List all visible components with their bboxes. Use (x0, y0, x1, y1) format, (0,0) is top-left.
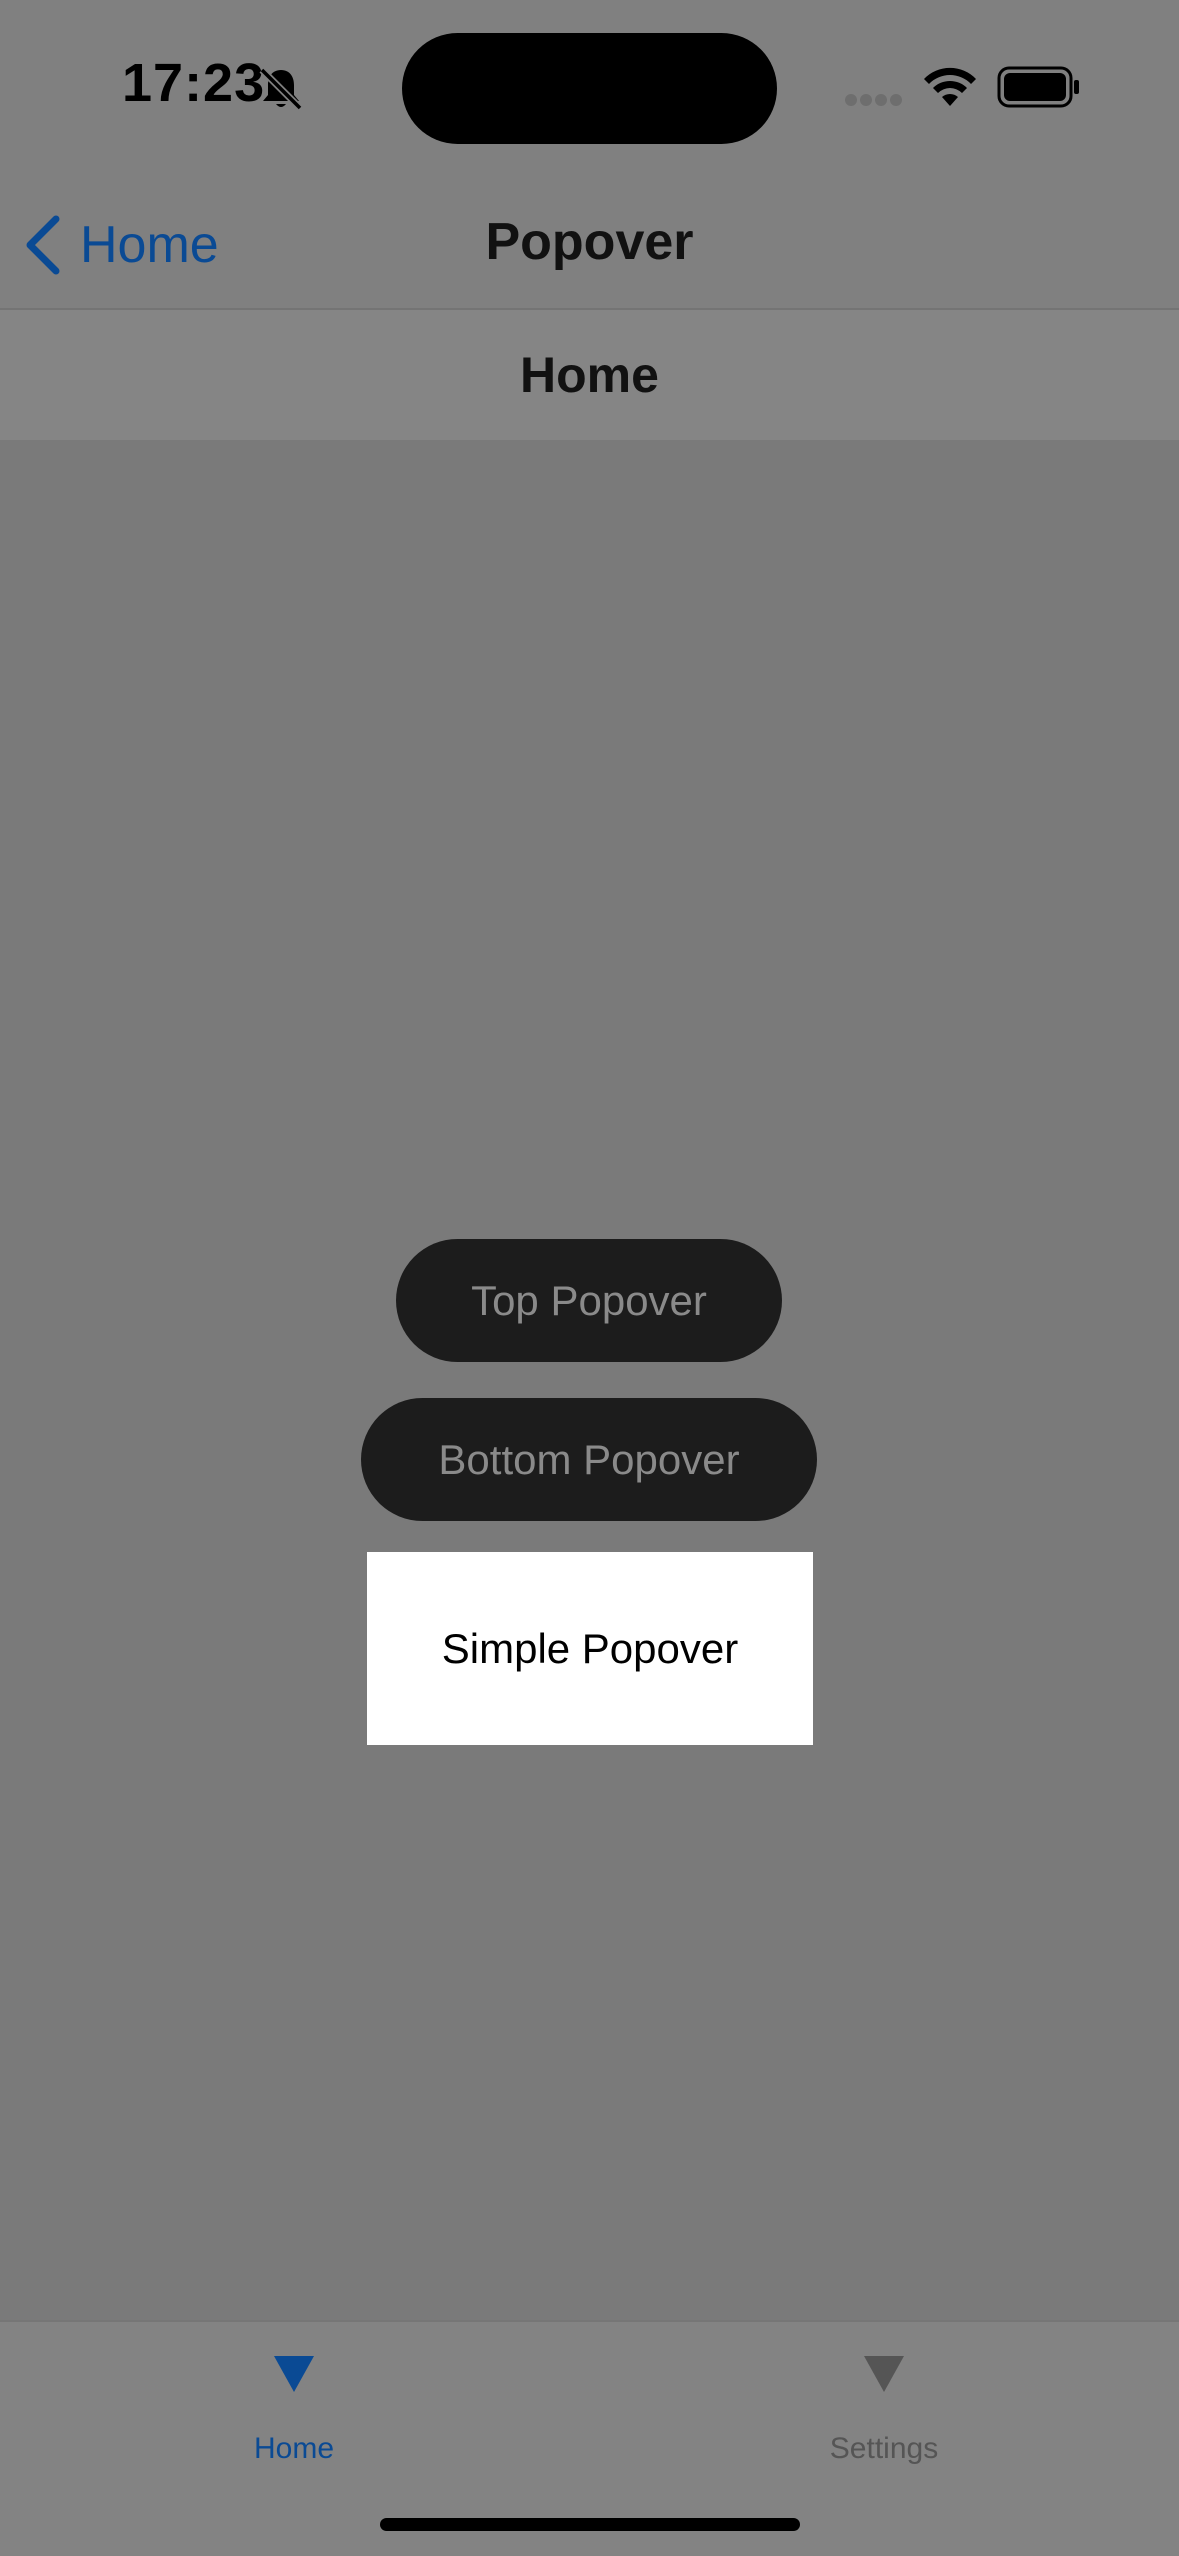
navigation-bar: Home Popover (0, 170, 1179, 310)
cellular-signal-icon (845, 94, 902, 106)
triangle-down-icon (864, 2356, 904, 2392)
battery-icon (997, 66, 1079, 108)
top-popover-button[interactable]: Top Popover (396, 1239, 782, 1362)
simple-popover[interactable]: Simple Popover (367, 1552, 813, 1745)
page-header: Home (0, 310, 1179, 440)
popover-text: Simple Popover (441, 1624, 739, 1672)
status-bar: 17:23 (0, 0, 1179, 170)
status-time: 17:23 (122, 53, 266, 113)
page-title: Home (520, 347, 659, 403)
tab-settings-label: Settings (829, 2432, 939, 2465)
home-indicator[interactable] (380, 2518, 800, 2531)
nav-title: Popover (485, 213, 694, 271)
bell-slash-icon (259, 67, 303, 111)
tab-home-label: Home (253, 2432, 335, 2465)
triangle-down-icon (274, 2356, 314, 2392)
tab-settings[interactable]: Settings (734, 2322, 1034, 2472)
tab-home[interactable]: Home (144, 2322, 444, 2472)
dynamic-island (402, 33, 777, 144)
wifi-icon (924, 67, 976, 106)
bottom-popover-button[interactable]: Bottom Popover (361, 1398, 817, 1521)
